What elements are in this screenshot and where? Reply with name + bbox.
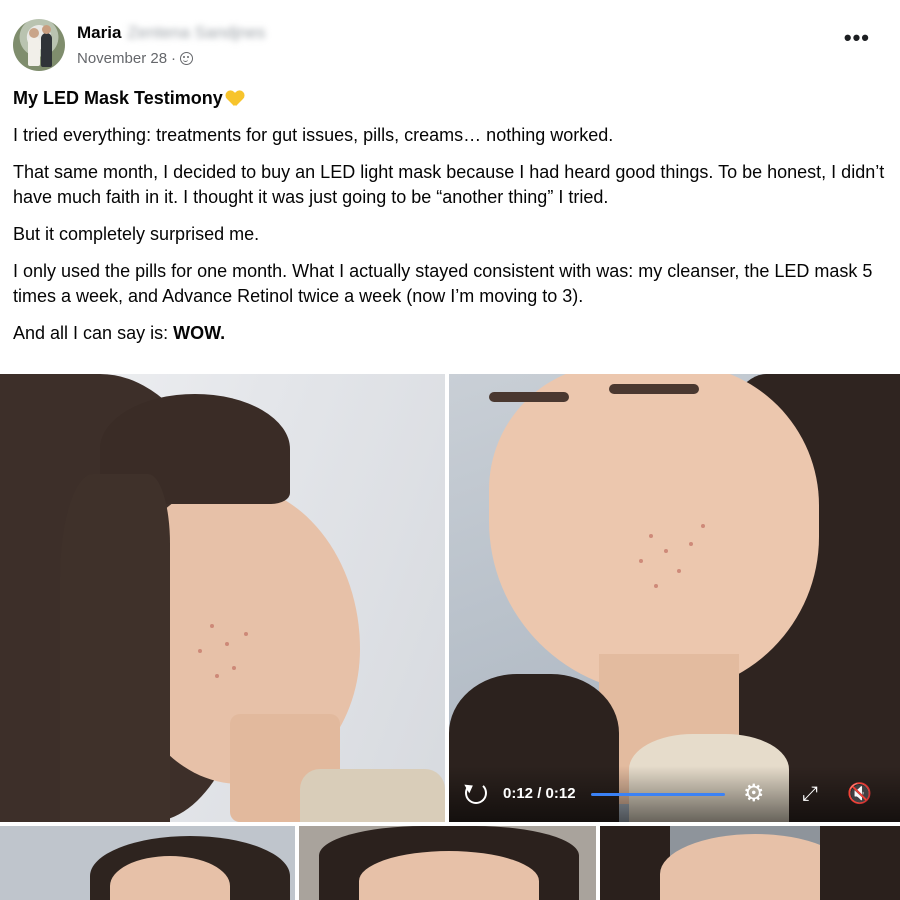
mute-icon[interactable]: 🔇 <box>847 782 877 806</box>
replay-icon[interactable] <box>465 782 487 804</box>
post-paragraph: I only used the pills for one month. Wha… <box>13 261 873 306</box>
photo-profile-view[interactable] <box>0 374 445 822</box>
video-progress-bar[interactable] <box>591 793 725 796</box>
meta-separator: · <box>171 50 177 67</box>
post-title: My LED Mask Testimony <box>13 86 889 111</box>
post-date[interactable]: November 28 <box>77 50 167 67</box>
gear-icon[interactable]: ⚙ <box>743 782 767 806</box>
more-options-button[interactable]: ••• <box>844 27 870 49</box>
author-first-name[interactable]: Maria <box>77 23 121 43</box>
globe-icon <box>180 52 194 65</box>
expand-icon[interactable]: ⤢ <box>802 783 824 805</box>
video-front-view[interactable] <box>449 374 900 822</box>
video-controls: 0:12 / 0:12 ⚙ ⤢ 🔇 <box>449 766 900 822</box>
post-paragraph: I tried everything: treatments for gut i… <box>13 125 614 145</box>
post-header: Maria Zentena Sandjnes November 28 · ••• <box>13 19 880 75</box>
photo-thumbnail[interactable] <box>299 826 596 900</box>
video-time: 0:12 / 0:12 <box>503 785 576 802</box>
post-paragraph: That same month, I decided to buy an LED… <box>13 162 885 207</box>
yellow-heart-icon <box>226 91 244 107</box>
post-meta: November 28 · <box>77 50 194 67</box>
photo-thumbnail[interactable] <box>600 826 900 900</box>
photo-thumbnail[interactable] <box>0 826 295 900</box>
facebook-post: Maria Zentena Sandjnes November 28 · •••… <box>0 0 900 900</box>
post-paragraph: But it completely surprised me. <box>13 224 260 244</box>
author-name[interactable]: Maria Zentena Sandjnes <box>77 23 265 43</box>
author-surname-blurred: Zentena Sandjnes <box>127 23 266 42</box>
post-closing: And all I can say is: WOW. <box>13 323 226 343</box>
post-text: My LED Mask Testimony I tried everything… <box>13 86 889 358</box>
avatar[interactable] <box>13 19 65 71</box>
